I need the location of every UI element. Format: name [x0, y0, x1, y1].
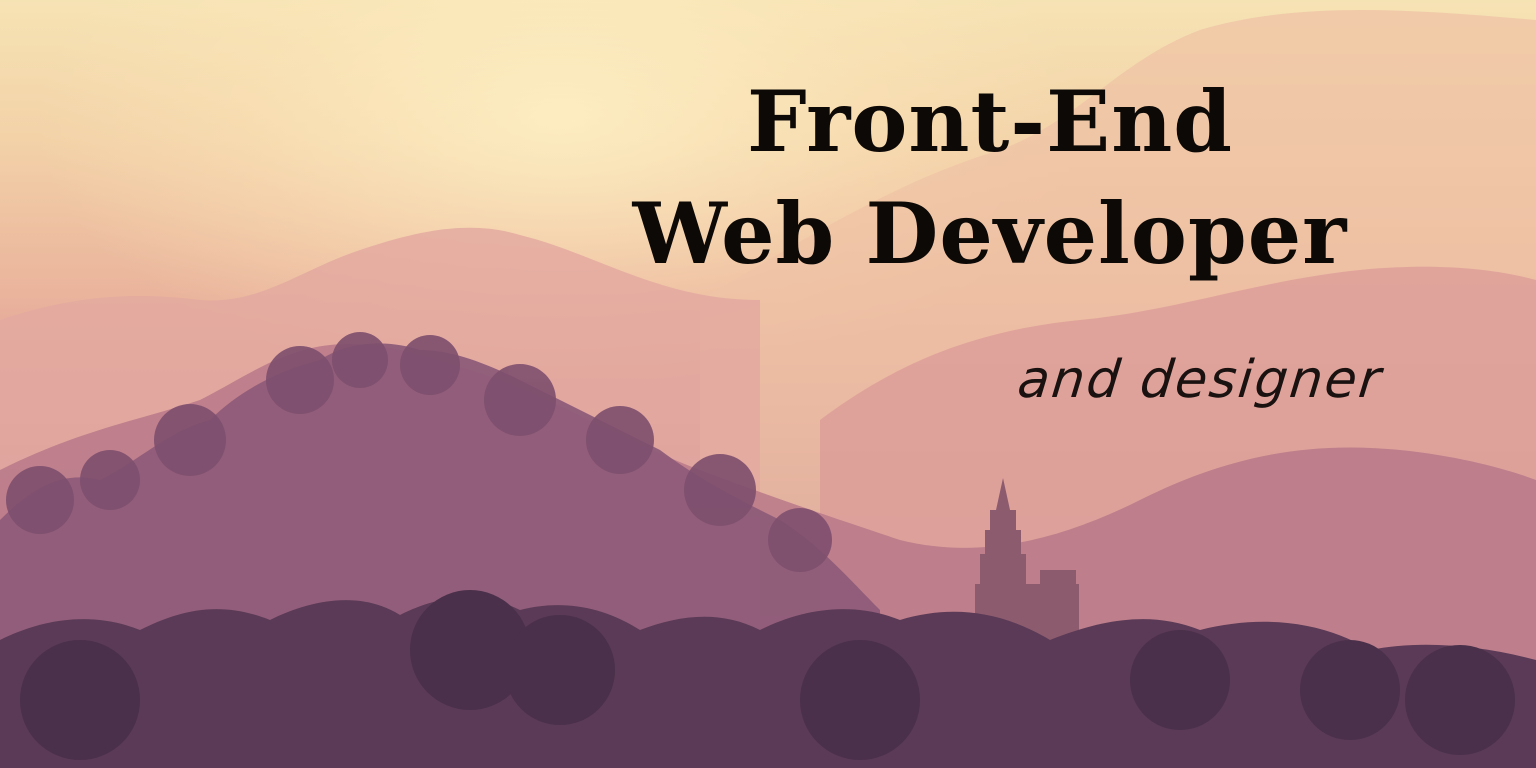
headline: Front-End Web Developer: [600, 80, 1380, 276]
tagline-and-designer: and designer: [1014, 350, 1386, 410]
headline-line-front-end: Front-End: [746, 72, 1233, 171]
hero-banner: Front-End Web Developer and designer: [0, 0, 1536, 768]
headline-line-web-developer: Web Developer: [632, 184, 1348, 283]
